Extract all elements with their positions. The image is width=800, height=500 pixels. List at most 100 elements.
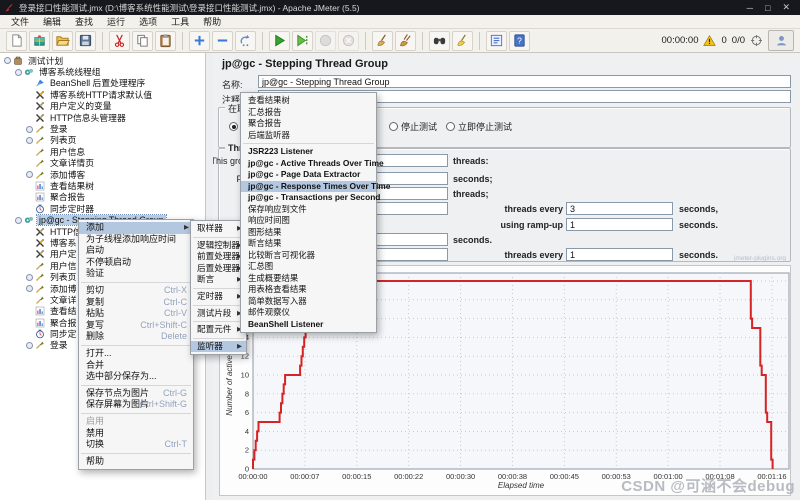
templates-button[interactable] bbox=[29, 31, 50, 51]
menu-item[interactable]: 用表格查看结果 bbox=[241, 284, 376, 296]
menu-item[interactable]: 定时器▶ bbox=[191, 291, 246, 303]
tree-row[interactable]: 文章详情页 bbox=[0, 158, 205, 169]
menu-item[interactable]: 切换Ctrl-T bbox=[79, 439, 193, 451]
menu-item[interactable]: 复制Ctrl-C bbox=[79, 297, 193, 309]
tree-row[interactable]: 博客系统线程组 bbox=[0, 66, 205, 77]
clear-button[interactable] bbox=[372, 31, 393, 51]
menu-item[interactable]: 前置处理器▶ bbox=[191, 251, 246, 263]
stop-button[interactable] bbox=[315, 31, 336, 51]
schedule-value-input[interactable] bbox=[566, 248, 673, 261]
help-button[interactable]: ? bbox=[509, 31, 530, 51]
menu-item[interactable]: 逻辑控制器▶ bbox=[191, 240, 246, 252]
tree-toggle-icon[interactable] bbox=[26, 137, 33, 144]
menu-item[interactable]: JSR223 Listener bbox=[241, 146, 376, 158]
tree-row[interactable]: 查看结果树 bbox=[0, 180, 205, 191]
menu-item[interactable]: 保存屏幕为图片Ctrl+Shift-G bbox=[79, 399, 193, 411]
menu-item[interactable]: 打开... bbox=[79, 348, 193, 360]
menu-item[interactable]: 后端监听器 bbox=[241, 130, 376, 142]
tree-row[interactable]: 登录 bbox=[0, 123, 205, 134]
menu-item[interactable]: 为子线程添加响应时间 bbox=[79, 234, 193, 246]
menubar-item-5[interactable]: 工具 bbox=[164, 14, 196, 29]
open-file-button[interactable] bbox=[52, 31, 73, 51]
start-button[interactable] bbox=[269, 31, 290, 51]
menu-item[interactable]: jp@gc - Response Times Over Time bbox=[241, 181, 376, 193]
menubar-item-0[interactable]: 文件 bbox=[4, 14, 36, 29]
tree-toggle-icon[interactable] bbox=[4, 57, 11, 64]
tree-row[interactable]: 同步定时器 bbox=[0, 203, 205, 214]
menu-item[interactable]: 汇总图 bbox=[241, 261, 376, 273]
search-reset-button[interactable] bbox=[452, 31, 473, 51]
clear-all-button[interactable] bbox=[395, 31, 416, 51]
menu-item[interactable]: 保存响应到文件 bbox=[241, 204, 376, 216]
menu-item[interactable]: jp@gc - Active Threads Over Time bbox=[241, 158, 376, 170]
restart-button[interactable] bbox=[235, 31, 256, 51]
menu-item[interactable]: 启动 bbox=[79, 245, 193, 257]
menubar-item-6[interactable]: 帮助 bbox=[196, 14, 228, 29]
close-button[interactable]: ✕ bbox=[782, 2, 790, 13]
radio-option[interactable]: 停止测试 bbox=[389, 120, 437, 133]
tree-row[interactable]: HTTP信息头管理器 bbox=[0, 112, 205, 123]
menu-item[interactable]: 聚合报告 bbox=[241, 118, 376, 130]
menu-item[interactable]: 配置元件▶ bbox=[191, 324, 246, 336]
search-button[interactable] bbox=[429, 31, 450, 51]
paste-button[interactable] bbox=[155, 31, 176, 51]
maximize-button[interactable]: □ bbox=[765, 3, 770, 13]
menu-item[interactable]: 断言▶ bbox=[191, 274, 246, 286]
tree-row[interactable]: 聚合报告 bbox=[0, 192, 205, 203]
tree-row[interactable]: 添加博客 bbox=[0, 169, 205, 180]
menu-item[interactable]: 测试片段▶ bbox=[191, 308, 246, 320]
save-button[interactable] bbox=[75, 31, 96, 51]
tree-row[interactable]: 用户定义的变量 bbox=[0, 101, 205, 112]
schedule-value-input[interactable] bbox=[566, 202, 673, 215]
radio-option[interactable]: 立即停止测试 bbox=[446, 120, 512, 133]
menu-item[interactable]: BeanShell Listener bbox=[241, 319, 376, 331]
copy-button[interactable] bbox=[132, 31, 153, 51]
menu-item[interactable]: 帮助 bbox=[79, 456, 193, 468]
menu-item[interactable]: 后置处理器▶ bbox=[191, 263, 246, 275]
menu-item[interactable]: jp@gc - Page Data Extractor bbox=[241, 169, 376, 181]
function-helper-button[interactable] bbox=[486, 31, 507, 51]
menu-item[interactable]: 简单数据写入器 bbox=[241, 296, 376, 308]
tree-toggle-icon[interactable] bbox=[26, 274, 33, 281]
tree-toggle-icon[interactable] bbox=[15, 69, 22, 76]
tree-row[interactable]: 列表页 bbox=[0, 135, 205, 146]
user-button[interactable] bbox=[768, 30, 794, 51]
menubar-item-1[interactable]: 编辑 bbox=[36, 14, 68, 29]
menu-item[interactable]: 选中部分保存为... bbox=[79, 371, 193, 383]
menu-item[interactable]: 生成概要结果 bbox=[241, 273, 376, 285]
tree-toggle-icon[interactable] bbox=[26, 126, 33, 133]
radio-icon[interactable] bbox=[446, 122, 455, 131]
schedule-value-input[interactable] bbox=[566, 218, 673, 231]
menu-item[interactable]: 汇总报告 bbox=[241, 107, 376, 119]
menu-item[interactable]: 粘贴Ctrl-V bbox=[79, 308, 193, 320]
menu-item[interactable]: 邮件观察仪 bbox=[241, 307, 376, 319]
menu-item[interactable]: 不停顿启动 bbox=[79, 257, 193, 269]
radio-icon[interactable] bbox=[229, 122, 238, 131]
menubar-item-4[interactable]: 选项 bbox=[132, 14, 164, 29]
menu-item[interactable]: 查看结果树 bbox=[241, 95, 376, 107]
jmeter-plugins-link[interactable]: jmeter-plugins.org bbox=[734, 255, 786, 262]
menu-item[interactable]: 添加▶ bbox=[79, 222, 193, 234]
menu-item[interactable]: 删除Delete bbox=[79, 331, 193, 343]
menu-item[interactable]: jp@gc - Transactions per Second bbox=[241, 192, 376, 204]
shutdown-button[interactable] bbox=[338, 31, 359, 51]
menu-item[interactable]: 保存节点为图片Ctrl-G bbox=[79, 388, 193, 400]
start-no-pauses-button[interactable] bbox=[292, 31, 313, 51]
minimize-button[interactable]: ─ bbox=[747, 3, 753, 13]
cut-button[interactable] bbox=[109, 31, 130, 51]
menu-item[interactable]: 验证 bbox=[79, 268, 193, 280]
tree-toggle-icon[interactable] bbox=[15, 217, 22, 224]
tree-row[interactable]: BeanShell 后置处理程序 bbox=[0, 78, 205, 89]
menu-item[interactable]: 响应时间图 bbox=[241, 215, 376, 227]
new-file-button[interactable] bbox=[6, 31, 27, 51]
menubar-item-2[interactable]: 查找 bbox=[68, 14, 100, 29]
menu-item[interactable]: 监听器▶ bbox=[191, 341, 246, 353]
menu-item[interactable]: 剪切Ctrl-X bbox=[79, 285, 193, 297]
tree-row[interactable]: 博客系统HTTP请求默认值 bbox=[0, 89, 205, 100]
menubar-item-3[interactable]: 运行 bbox=[100, 14, 132, 29]
tree-toggle-icon[interactable] bbox=[26, 171, 33, 178]
radio-icon[interactable] bbox=[389, 122, 398, 131]
tree-toggle-icon[interactable] bbox=[26, 342, 33, 349]
tree-row[interactable]: 用户信息 bbox=[0, 146, 205, 157]
autoscroll-target-icon[interactable] bbox=[750, 34, 763, 47]
